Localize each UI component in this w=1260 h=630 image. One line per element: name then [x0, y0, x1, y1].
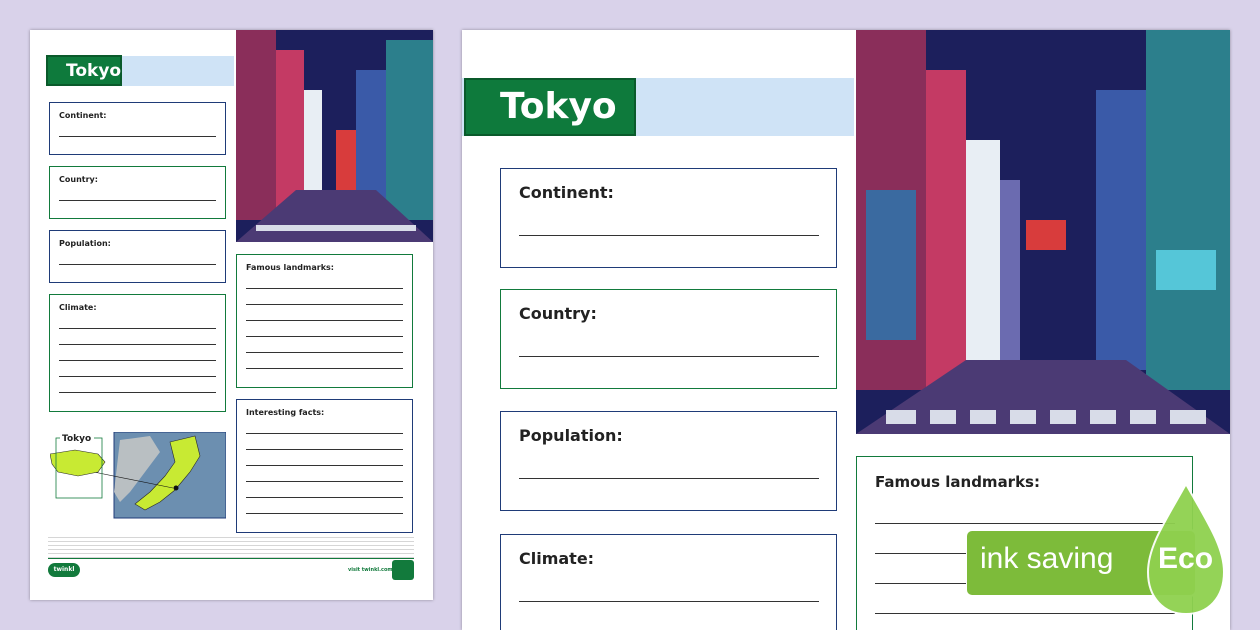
country-box[interactable]: Country: [49, 166, 226, 219]
answer-line [246, 433, 403, 434]
water-drop-icon [966, 480, 967, 481]
facts-box[interactable]: Interesting facts: [236, 399, 413, 533]
answer-line [246, 336, 403, 337]
country-label: Country: [59, 175, 98, 184]
ink-saving-text: ink saving [980, 542, 1114, 575]
answer-line [246, 481, 403, 482]
small-worksheet-page: Tokyo Continent: Country: Population: Cl… [30, 30, 433, 600]
answer-line [246, 288, 403, 289]
answer-line [519, 601, 819, 602]
answer-line [246, 304, 403, 305]
answer-line [59, 264, 216, 265]
answer-line [59, 360, 216, 361]
landmarks-label: Famous landmarks: [246, 263, 334, 272]
answer-line [246, 497, 403, 498]
population-label: Population: [519, 426, 623, 445]
ink-saving-eco-badge: ink saving Eco [966, 480, 1260, 630]
country-label: Country: [519, 304, 597, 323]
city-illustration [856, 30, 1230, 434]
answer-line [519, 356, 819, 357]
landmarks-box[interactable]: Famous landmarks: [236, 254, 413, 388]
facts-label: Interesting facts: [246, 408, 325, 417]
answer-line [59, 344, 216, 345]
answer-line [519, 235, 819, 236]
page-title: Tokyo [46, 55, 122, 86]
answer-line [246, 465, 403, 466]
population-box[interactable]: Population: [49, 230, 226, 283]
twinkl-logo: twinkl [48, 563, 80, 577]
population-box[interactable]: Population: [500, 411, 837, 511]
footer-divider [48, 558, 414, 559]
city-illustration [236, 30, 433, 242]
answer-line [246, 368, 403, 369]
answer-line [246, 449, 403, 450]
population-label: Population: [59, 239, 111, 248]
answer-line [59, 136, 216, 137]
footer-badge-icon [392, 560, 414, 580]
answer-line [246, 320, 403, 321]
climate-box[interactable]: Climate: [49, 294, 226, 412]
answer-line [59, 328, 216, 329]
page-title: Tokyo [464, 78, 636, 136]
country-box[interactable]: Country: [500, 289, 837, 389]
answer-line [246, 513, 403, 514]
climate-label: Climate: [59, 303, 97, 312]
footer-url[interactable]: visit twinkl.com [348, 567, 393, 573]
answer-line [59, 200, 216, 201]
answer-line [519, 478, 819, 479]
tokyo-map: Tokyo [49, 431, 227, 520]
answer-line [59, 392, 216, 393]
footer-disclaimer-block [48, 536, 414, 558]
eco-text: Eco [1158, 542, 1214, 575]
continent-box[interactable]: Continent: [49, 102, 226, 155]
climate-box[interactable]: Climate: [500, 534, 837, 630]
continent-box[interactable]: Continent: [500, 168, 837, 268]
continent-label: Continent: [59, 111, 107, 120]
answer-line [246, 352, 403, 353]
continent-label: Continent: [519, 183, 614, 202]
map-tokyo-label: Tokyo [62, 434, 92, 444]
climate-label: Climate: [519, 549, 595, 568]
answer-line [59, 376, 216, 377]
